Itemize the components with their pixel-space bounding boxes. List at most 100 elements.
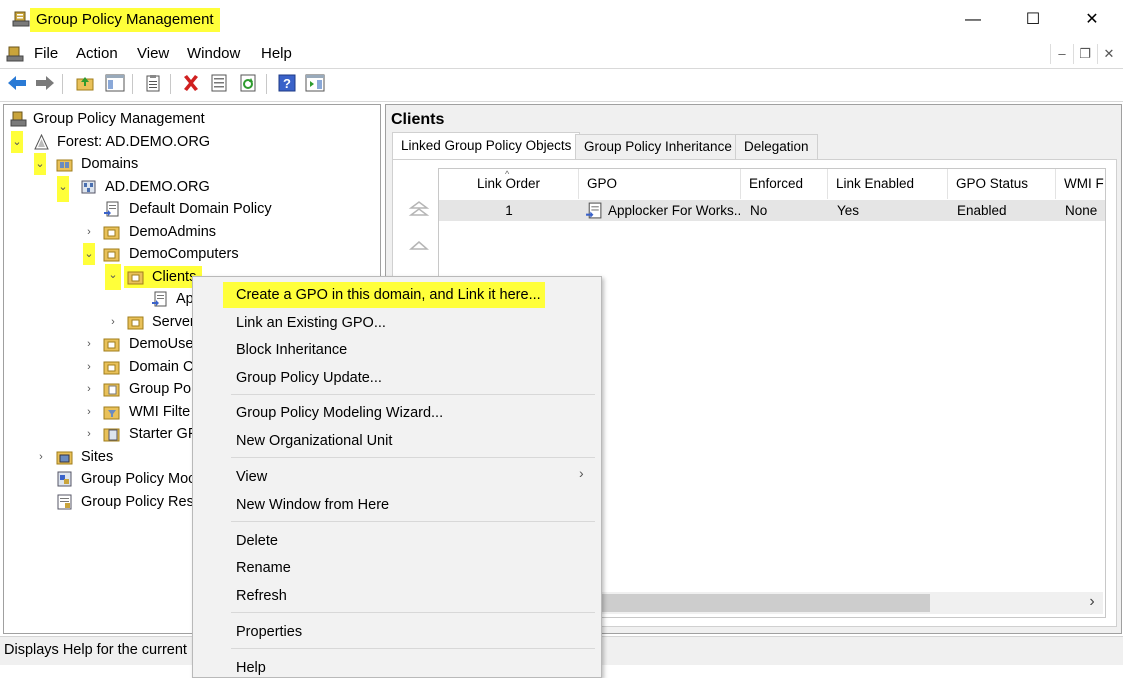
gpmc-system-menu-icon[interactable]: [6, 45, 24, 63]
ou-folder-icon: [103, 338, 120, 352]
chevron-right-icon[interactable]: ›: [83, 378, 95, 400]
menu-item-block-inheritance[interactable]: Block Inheritance: [236, 340, 347, 360]
maximize-button[interactable]: ☐: [1010, 0, 1056, 40]
menu-item-create-gpo-link[interactable]: Create a GPO in this domain, and Link it…: [236, 285, 541, 305]
show-action-pane-button[interactable]: [304, 72, 326, 94]
menu-item-group-policy-update[interactable]: Group Policy Update...: [236, 368, 382, 388]
chevron-right-icon[interactable]: ›: [83, 221, 95, 243]
chevron-right-icon[interactable]: ›: [83, 356, 95, 378]
column-header-enforced[interactable]: Enforced: [741, 169, 828, 199]
gpo-folder-icon: [103, 383, 120, 397]
menu-view[interactable]: View: [137, 44, 169, 64]
forward-button[interactable]: [34, 72, 56, 94]
wmi-filter-folder-icon: [103, 406, 120, 420]
chevron-right-icon[interactable]: ›: [83, 333, 95, 355]
mdi-minimize-button[interactable]: –: [1050, 44, 1073, 64]
tree-label: Forest: AD.DEMO.ORG: [57, 134, 211, 150]
mdi-restore-button[interactable]: ❐: [1073, 44, 1096, 64]
toolbar-separator: [62, 74, 63, 94]
back-icon: [8, 76, 26, 90]
menu-item-properties[interactable]: Properties: [236, 622, 302, 642]
menu-item-delete[interactable]: Delete: [236, 531, 278, 551]
tree-node-root[interactable]: Group Policy Management: [4, 108, 374, 130]
help-icon: ?: [278, 74, 296, 92]
menu-item-help[interactable]: Help: [236, 658, 266, 678]
properties-icon: [146, 75, 160, 92]
chevron-right-icon[interactable]: ›: [107, 311, 119, 333]
menu-item-rename[interactable]: Rename: [236, 558, 291, 578]
show-hide-tree-button[interactable]: [104, 72, 126, 94]
menu-help[interactable]: Help: [261, 44, 292, 64]
menu-action[interactable]: Action: [76, 44, 118, 64]
window-title: Group Policy Management: [30, 8, 220, 32]
tree-label: Clients: [152, 269, 197, 285]
svg-text:?: ?: [283, 76, 291, 91]
tree-node-domains[interactable]: ⌄ Domains: [4, 153, 374, 175]
menu-item-view[interactable]: View: [236, 467, 267, 487]
move-to-top-icon[interactable]: [408, 200, 430, 218]
tab-delegation[interactable]: Delegation: [735, 134, 818, 159]
show-hide-tree-icon: [105, 74, 125, 92]
menu-item-modeling-wizard[interactable]: Group Policy Modeling Wizard...: [236, 403, 443, 423]
export-list-button[interactable]: [208, 72, 230, 94]
ou-folder-icon: [127, 316, 144, 330]
ou-folder-icon: [127, 271, 144, 285]
starter-gpo-folder-icon: [103, 428, 120, 442]
tab-linked-gpos[interactable]: Linked Group Policy Objects: [392, 132, 581, 161]
column-header-wmi-filter[interactable]: WMI F: [1056, 169, 1105, 199]
delete-button[interactable]: [180, 72, 202, 94]
tree-node-domain[interactable]: ⌄ AD.DEMO.ORG: [4, 176, 374, 202]
help-button[interactable]: ?: [276, 72, 298, 94]
cell-link-order: 1: [505, 203, 513, 218]
menu-separator: [231, 457, 595, 458]
menu-item-refresh[interactable]: Refresh: [236, 586, 287, 606]
tree-label: Domains: [81, 156, 139, 172]
gpo-link-icon: [586, 202, 602, 219]
chevron-right-icon[interactable]: ›: [35, 446, 47, 468]
up-one-level-button[interactable]: [74, 72, 96, 94]
tree-node-demo-computers[interactable]: ⌄ DemoComputers: [4, 243, 374, 265]
details-title: Clients: [391, 111, 445, 128]
close-icon: ✕: [1103, 46, 1115, 61]
column-header-link-enabled[interactable]: Link Enabled: [828, 169, 948, 199]
tree-label: AD.DEMO.ORG: [105, 179, 210, 195]
column-header-gpo[interactable]: GPO: [579, 169, 741, 199]
mdi-close-button[interactable]: ✕: [1097, 44, 1120, 64]
minimize-button[interactable]: —: [950, 0, 996, 40]
menu-item-new-ou[interactable]: New Organizational Unit: [236, 431, 392, 451]
tab-inheritance[interactable]: Group Policy Inheritance: [575, 134, 741, 159]
toolbar: [0, 68, 1123, 102]
tree-node-default-domain-policy[interactable]: Default Domain Policy: [4, 198, 374, 220]
table-row[interactable]: 1 Applocker For Works... No Yes Enabled …: [439, 200, 1105, 221]
move-up-icon[interactable]: [408, 236, 430, 254]
modeling-icon: [57, 471, 72, 487]
chevron-down-icon[interactable]: ⌄: [11, 131, 23, 153]
menu-item-new-window[interactable]: New Window from Here: [236, 495, 389, 515]
tree-node-forest[interactable]: ⌄ Forest: AD.DEMO.ORG: [4, 131, 374, 153]
tree-label: Server: [152, 314, 195, 330]
tree-label: DemoAdmins: [129, 224, 217, 240]
refresh-button[interactable]: [237, 72, 259, 94]
scroll-right-icon[interactable]: ›: [1084, 594, 1100, 612]
chevron-down-icon[interactable]: ⌄: [105, 264, 121, 290]
ou-folder-icon: [103, 248, 120, 262]
tree-node-demo-admins[interactable]: › DemoAdmins: [4, 221, 374, 243]
chevron-down-icon[interactable]: ⌄: [83, 243, 95, 265]
toolbar-separator: [132, 74, 133, 94]
menu-item-link-existing-gpo[interactable]: Link an Existing GPO...: [236, 313, 386, 333]
chevron-right-icon[interactable]: ›: [83, 423, 95, 445]
gpmc-icon: [10, 111, 27, 127]
forward-icon: [36, 76, 54, 90]
back-button[interactable]: [6, 72, 28, 94]
close-button[interactable]: ✕: [1069, 0, 1115, 40]
menu-window[interactable]: Window: [187, 44, 240, 64]
chevron-right-icon[interactable]: ›: [83, 401, 95, 423]
context-menu: Create a GPO in this domain, and Link it…: [192, 276, 602, 678]
sort-ascending-icon: ^: [505, 169, 510, 179]
column-header-gpo-status[interactable]: GPO Status: [948, 169, 1056, 199]
scrollbar-thumb[interactable]: [600, 594, 930, 612]
minimize-icon: –: [1058, 46, 1066, 61]
menu-file[interactable]: File: [34, 44, 58, 64]
properties-button[interactable]: [142, 72, 164, 94]
chevron-down-icon[interactable]: ⌄: [34, 153, 46, 175]
